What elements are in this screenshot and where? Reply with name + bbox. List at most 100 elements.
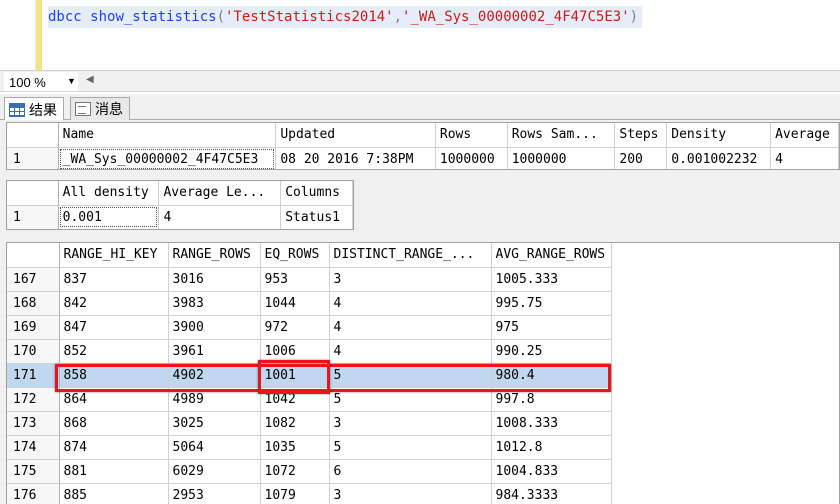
grid-cell[interactable]: 2953 <box>168 483 261 504</box>
query-editor[interactable]: dbcc show_statistics('TestStatistics2014… <box>0 0 840 70</box>
grid-cell[interactable]: 3016 <box>168 267 261 292</box>
column-header[interactable]: Rows <box>435 123 508 148</box>
grid-cell[interactable]: 1072 <box>260 459 330 484</box>
grid-cell[interactable]: 200 <box>614 147 668 169</box>
table-row[interactable]: 173 868 3025 1082 3 1008.333 <box>7 411 612 436</box>
row-number[interactable]: 173 <box>7 411 60 436</box>
grid-cell[interactable]: 984.3333 <box>491 483 612 504</box>
column-header[interactable]: AVG_RANGE_ROWS <box>491 243 612 268</box>
table-row[interactable]: 168 842 3983 1044 4 995.75 <box>7 291 612 316</box>
tab-results[interactable]: 结果 <box>4 97 64 121</box>
grid-cell[interactable]: 1000000 <box>507 147 616 169</box>
grid-cell[interactable]: 6029 <box>168 459 261 484</box>
column-header[interactable]: All density <box>58 181 160 206</box>
row-number[interactable]: 1 <box>7 147 59 169</box>
grid-cell[interactable]: 3 <box>329 267 492 292</box>
grid-cell[interactable]: 0.001002232 <box>666 147 772 169</box>
grid-header-row: RANGE_HI_KEY RANGE_ROWS EQ_ROWS DISTINCT… <box>7 243 612 268</box>
density-vector-grid[interactable]: All density Average Le... Columns 1 0.00… <box>6 180 354 230</box>
grid-cell[interactable]: 972 <box>260 315 330 340</box>
row-number[interactable]: 169 <box>7 315 60 340</box>
table-row[interactable]: 1 0.001 4 Status1 <box>7 205 353 229</box>
grid-cell[interactable]: 1012.8 <box>491 435 612 460</box>
tab-messages[interactable]: 消息 <box>70 97 130 120</box>
grid-cell[interactable]: 1035 <box>260 435 330 460</box>
grid-cell[interactable]: 1000000 <box>435 147 508 169</box>
scroll-left-arrow-icon[interactable]: ◀ <box>86 74 94 85</box>
grid-cell[interactable]: 5 <box>329 435 492 460</box>
grid-cell[interactable]: 881 <box>59 459 169 484</box>
column-header[interactable]: Name <box>58 123 277 148</box>
grid-cell[interactable]: 4 <box>770 147 839 169</box>
grid-cell[interactable]: Status1 <box>280 205 353 229</box>
grid-cell[interactable]: 3 <box>329 411 492 436</box>
column-header[interactable]: EQ_ROWS <box>260 243 330 268</box>
grid-cell[interactable]: 1004.833 <box>491 459 612 484</box>
sql-close-paren: ) <box>629 9 639 25</box>
grid-cell[interactable]: 874 <box>59 435 169 460</box>
column-header[interactable]: RANGE_HI_KEY <box>59 243 169 268</box>
grid-cell[interactable]: 3025 <box>168 411 261 436</box>
grid-cell[interactable]: 852 <box>59 339 169 364</box>
grid-cell[interactable]: _WA_Sys_00000002_4F47C5E3 <box>58 147 277 169</box>
grid-cell[interactable]: 6 <box>329 459 492 484</box>
grid-cell[interactable]: 5064 <box>168 435 261 460</box>
grid-cell[interactable]: 847 <box>59 315 169 340</box>
grid-cell[interactable]: 1082 <box>260 411 330 436</box>
grid-cell[interactable]: 885 <box>59 483 169 504</box>
zoom-dropdown[interactable]: 100 % ▼ <box>4 72 78 91</box>
grid-cell[interactable]: 1044 <box>260 291 330 316</box>
column-header[interactable]: Columns <box>280 181 353 206</box>
table-row[interactable]: 176 885 2953 1079 3 984.3333 <box>7 483 612 504</box>
grid-cell[interactable]: 08 20 2016 7:38PM <box>275 147 436 169</box>
column-header[interactable]: DISTINCT_RANGE_... <box>329 243 492 268</box>
row-number[interactable]: 176 <box>7 483 60 504</box>
grid-cell[interactable]: 1005.333 <box>491 267 612 292</box>
column-header[interactable]: Average <box>770 123 839 148</box>
grid-cell[interactable]: 975 <box>491 315 612 340</box>
row-number[interactable]: 170 <box>7 339 60 364</box>
row-number[interactable]: 168 <box>7 291 60 316</box>
grid-cell[interactable]: 868 <box>59 411 169 436</box>
grid-cell[interactable]: 4 <box>329 315 492 340</box>
grid-cell[interactable]: 1008.333 <box>491 411 612 436</box>
grid-cell[interactable]: 995.75 <box>491 291 612 316</box>
grid-cell[interactable]: 3 <box>329 483 492 504</box>
grid-cell[interactable]: 4 <box>158 205 282 229</box>
grid-cell[interactable]: 990.25 <box>491 339 612 364</box>
sql-comma: , <box>393 9 403 25</box>
column-header[interactable]: Steps <box>614 123 668 148</box>
column-header[interactable]: Updated <box>275 123 436 148</box>
grid-cell[interactable]: 3983 <box>168 291 261 316</box>
sql-code-line[interactable]: dbcc show_statistics('TestStatistics2014… <box>48 6 643 28</box>
grid-cell[interactable]: 4 <box>329 339 492 364</box>
grid-header-row: Name Updated Rows Rows Sam... Steps Dens… <box>7 123 839 148</box>
table-row[interactable]: 175 881 6029 1072 6 1004.833 <box>7 459 612 484</box>
grid-cell[interactable]: 0.001 <box>58 205 160 229</box>
row-number[interactable]: 175 <box>7 459 60 484</box>
grid-cell[interactable]: 1079 <box>260 483 330 504</box>
column-header[interactable]: Rows Sam... <box>507 123 616 148</box>
grid-cell[interactable]: 842 <box>59 291 169 316</box>
grid-cell[interactable]: 4 <box>329 291 492 316</box>
row-number[interactable]: 167 <box>7 267 60 292</box>
grid-cell[interactable]: 3961 <box>168 339 261 364</box>
row-number[interactable]: 174 <box>7 435 60 460</box>
table-row[interactable]: 174 874 5064 1035 5 1012.8 <box>7 435 612 460</box>
grid-cell[interactable]: 953 <box>260 267 330 292</box>
row-number[interactable]: 171 <box>7 363 60 388</box>
results-pane: Name Updated Rows Rows Sam... Steps Dens… <box>0 120 840 504</box>
column-header[interactable]: RANGE_ROWS <box>168 243 261 268</box>
row-number[interactable]: 1 <box>7 205 59 229</box>
column-header[interactable]: Density <box>666 123 772 148</box>
stats-header-grid[interactable]: Name Updated Rows Rows Sam... Steps Dens… <box>6 122 840 170</box>
grid-cell[interactable]: 3900 <box>168 315 261 340</box>
row-number[interactable]: 172 <box>7 387 60 412</box>
table-row[interactable]: 1 _WA_Sys_00000002_4F47C5E3 08 20 2016 7… <box>7 147 839 169</box>
table-row[interactable]: 169 847 3900 972 4 975 <box>7 315 612 340</box>
grid-cell[interactable]: 837 <box>59 267 169 292</box>
column-header[interactable]: Average Le... <box>158 181 282 206</box>
row-header-corner <box>7 243 60 268</box>
table-row[interactable]: 167 837 3016 953 3 1005.333 <box>7 267 612 292</box>
chevron-down-icon[interactable]: ▼ <box>67 76 76 86</box>
